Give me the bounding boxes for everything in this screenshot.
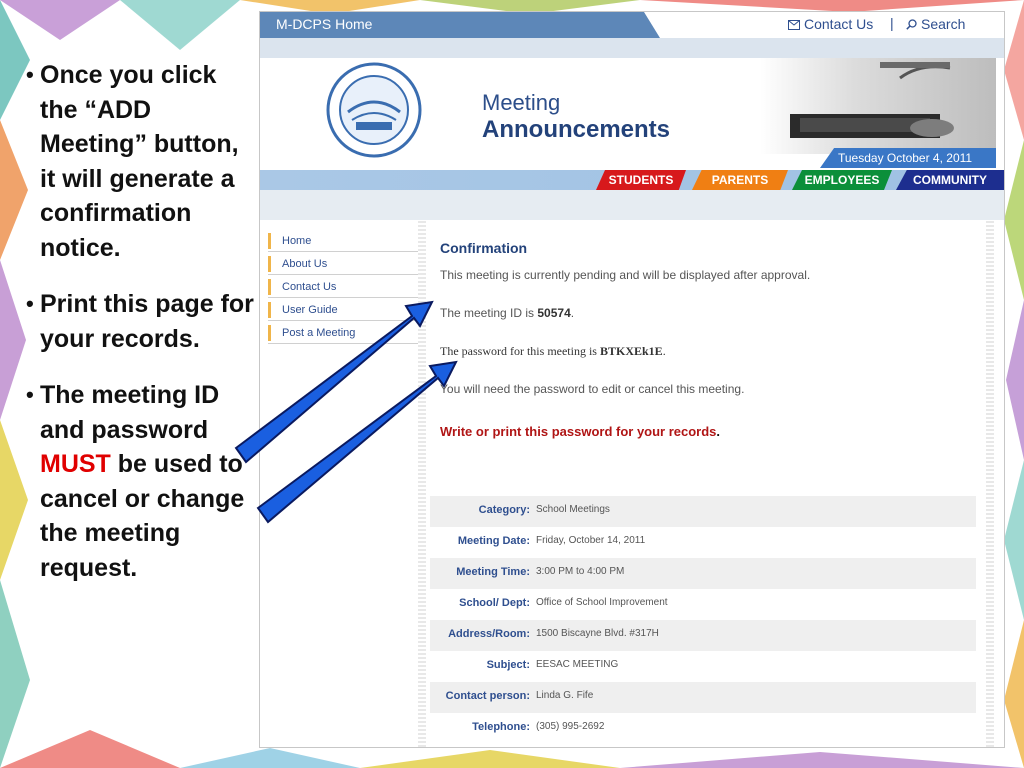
side-menu: Home About Us Contact Us User Guide Post… (260, 220, 418, 747)
page-title-line2: Announcements (482, 116, 671, 143)
bullet-confirmation: Once you click the “ADD Meeting” button,… (26, 58, 254, 265)
school-seal-logo (326, 62, 422, 158)
nav-employees-tab[interactable]: EMPLOYEES (792, 170, 892, 190)
meeting-id-suffix: . (570, 306, 575, 320)
detail-row-contact-person: Contact person: Linda G. Fife (430, 682, 976, 713)
detail-label: School/ Dept: (459, 597, 530, 609)
detail-label: Category: (478, 504, 530, 516)
envelope-icon (788, 20, 800, 30)
nav-parents-tab[interactable]: PARENTS (692, 170, 788, 190)
right-border (986, 220, 994, 747)
password-suffix: . (662, 344, 666, 358)
detail-label: Meeting Date: (457, 535, 530, 547)
detail-value: School Meetings (536, 504, 610, 515)
detail-row-meeting-date: Meeting Date: Friday, October 14, 2011 (430, 527, 976, 558)
detail-value: Office of School Improvement (536, 597, 668, 608)
detail-row-meeting-time: Meeting Time: 3:00 PM to 4:00 PM (430, 558, 976, 589)
must-emphasis: MUST (40, 450, 111, 478)
password-prefix: The password for this meeting is (440, 344, 600, 358)
meeting-id-prefix: The meeting ID is (440, 306, 538, 320)
page-title-line1: Meeting (482, 90, 561, 115)
detail-row-subject: Subject: EESAC MEETING (430, 651, 976, 682)
search-label: Search (921, 16, 966, 32)
spacer-band (260, 190, 1004, 220)
detail-row-telephone: Telephone: (305) 995-2692 (430, 713, 976, 744)
edit-password-notice: You will need the password to edit or ca… (440, 382, 745, 396)
confirmation-heading: Confirmation (440, 240, 528, 256)
bullet-print: Print this page for your records. (26, 287, 254, 356)
side-menu-post-meeting[interactable]: Post a Meeting (268, 322, 418, 344)
detail-label: Contact person: (445, 690, 530, 702)
detail-value: Linda G. Fife (536, 690, 594, 701)
side-menu-user-guide[interactable]: User Guide (268, 299, 418, 321)
header-strip (260, 38, 1004, 58)
detail-value: EESAC MEETING (536, 659, 619, 670)
bullet-must-lead: The meeting ID and password (40, 381, 220, 444)
slide-bullet-list: Once you click the “ADD Meeting” button,… (26, 58, 254, 607)
detail-value: Friday, October 14, 2011 (536, 535, 646, 546)
detail-row-address: Address/Room: 1500 Biscayne Blvd. #317H (430, 620, 976, 651)
magnifier-icon (906, 19, 917, 30)
password-value: BTKXEk1E (599, 344, 663, 358)
detail-label: Address/Room: (448, 628, 530, 640)
contact-us-link[interactable]: Contact Us (788, 16, 873, 32)
header-photo (760, 58, 996, 154)
detail-row-category: Category: School Meetings (430, 496, 976, 527)
password-line: The password for this meeting is BTKXEk1… (440, 344, 666, 359)
bullet-must: The meeting ID and password MUST be used… (26, 378, 254, 585)
pending-notice: This meeting is currently pending and wi… (440, 268, 811, 282)
current-date: Tuesday October 4, 2011 (838, 151, 973, 165)
detail-row-school-dept: School/ Dept: Office of School Improvemen… (430, 589, 976, 620)
website-screenshot: M-DCPS Home Contact Us | Search Meeting … (260, 12, 1004, 747)
nav-community-tab[interactable]: COMMUNITY (896, 170, 1004, 190)
side-menu-about-us[interactable]: About Us (268, 253, 418, 275)
desk-photo-illustration (790, 62, 954, 138)
detail-value: 1500 Biscayne Blvd. #317H (536, 628, 659, 639)
side-menu-contact-us[interactable]: Contact Us (268, 276, 418, 298)
contact-us-label: Contact Us (804, 16, 874, 32)
print-password-warning: Write or print this password for your re… (440, 424, 720, 439)
meeting-id-line: The meeting ID is 50574. (440, 306, 574, 320)
page-banner: Meeting Announcements Tuesday October 4,… (260, 58, 1004, 170)
side-menu-home[interactable]: Home (268, 230, 418, 252)
detail-value: 3:00 PM to 4:00 PM (536, 566, 625, 577)
confirmation-panel: Confirmation This meeting is currently p… (430, 220, 980, 747)
detail-value: (305) 995-2692 (536, 721, 605, 732)
link-separator: | (890, 15, 894, 31)
nav-students-tab[interactable]: STUDENTS (596, 170, 686, 190)
warning-text: Write or print this password for your re… (440, 424, 717, 439)
column-divider (418, 220, 426, 747)
detail-label: Telephone: (472, 721, 530, 733)
mdcps-home-link[interactable]: M-DCPS Home (276, 16, 372, 32)
detail-label: Meeting Time: (456, 566, 530, 578)
detail-label: Subject: (486, 659, 530, 671)
meeting-id-value: 50574 (537, 306, 571, 320)
warning-period: . (716, 424, 721, 439)
top-bar: M-DCPS Home Contact Us | Search (260, 12, 1004, 38)
search-link[interactable]: Search (906, 16, 965, 32)
meeting-details-table: Category: School Meetings Meeting Date: Fr… (430, 496, 976, 744)
